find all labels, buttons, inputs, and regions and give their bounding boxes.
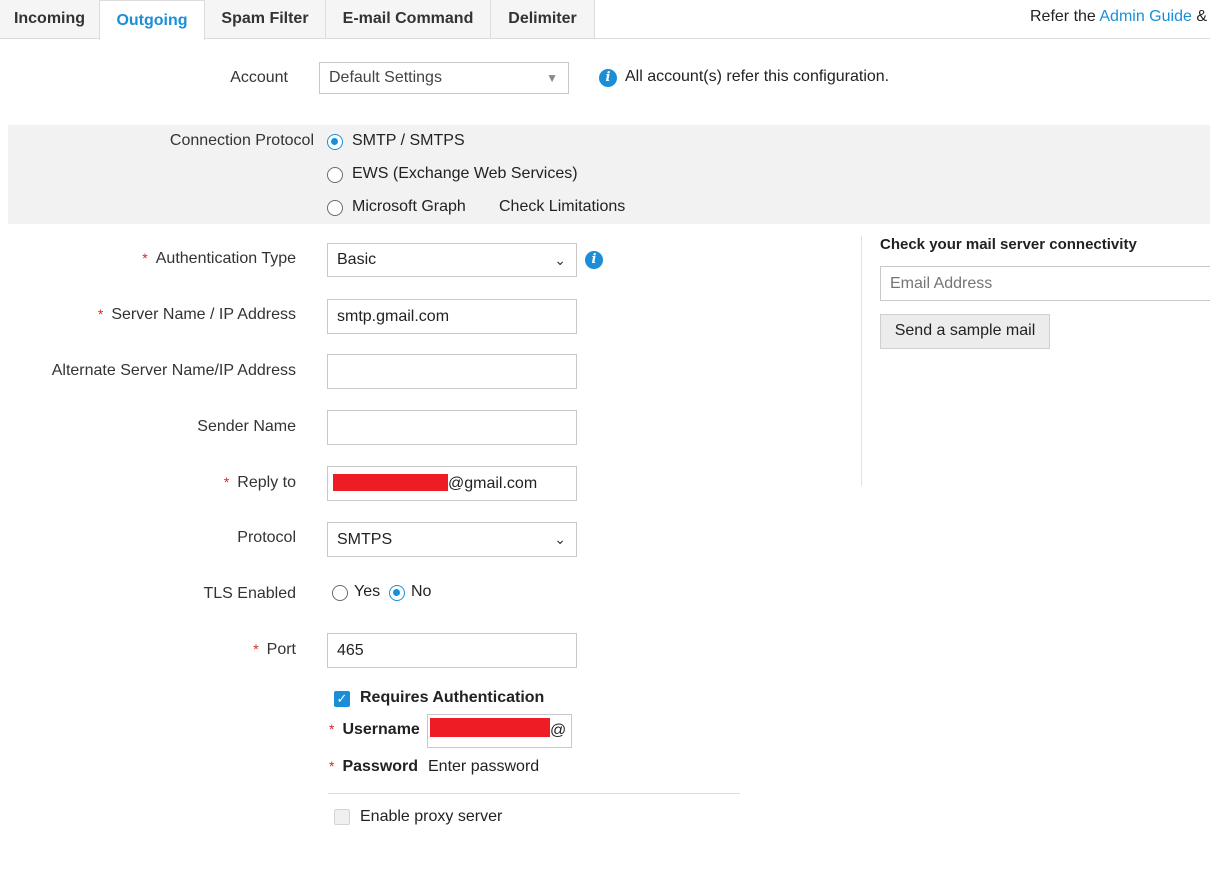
- tls-yes-label: Yes: [354, 583, 381, 600]
- dropdown-arrow-icon: ▼: [546, 71, 558, 85]
- send-sample-mail-button[interactable]: Send a sample mail: [880, 314, 1050, 349]
- server-name-input[interactable]: smtp.gmail.com: [327, 299, 577, 334]
- auth-type-select[interactable]: Basic ⌄: [327, 243, 577, 277]
- auth-type-label: * Authentication Type: [142, 250, 296, 267]
- tls-no-label: No: [411, 583, 432, 600]
- chevron-down-icon: ⌄: [554, 531, 566, 547]
- protocol-label: Protocol: [237, 529, 296, 546]
- reply-to-domain: @gmail.com: [448, 475, 538, 492]
- tab-incoming[interactable]: Incoming: [0, 0, 100, 38]
- test-email-input[interactable]: [880, 266, 1210, 301]
- tab-email-command[interactable]: E-mail Command: [326, 0, 491, 38]
- connection-protocol-label: Connection Protocol: [169, 132, 314, 149]
- reply-to-label: * Reply to: [223, 474, 296, 491]
- tab-bar: Incoming Outgoing Spam Filter E-mail Com…: [0, 0, 1210, 40]
- sender-name-input[interactable]: [327, 410, 577, 445]
- connectivity-title: Check your mail server connectivity: [880, 236, 1137, 253]
- account-select[interactable]: Default Settings ▼: [319, 62, 569, 94]
- proxy-checkbox[interactable]: [334, 809, 350, 825]
- enter-password-link[interactable]: Enter password: [428, 758, 539, 776]
- tls-yes-radio[interactable]: [332, 585, 348, 601]
- tls-label: TLS Enabled: [203, 585, 296, 602]
- redacted-block: [333, 474, 448, 491]
- account-info-text: All account(s) refer this configuration.: [625, 68, 890, 85]
- refer-suffix: &: [1196, 8, 1207, 25]
- radio-smtp[interactable]: [327, 134, 343, 150]
- account-select-value: Default Settings: [329, 69, 442, 86]
- chevron-down-icon: ⌄: [554, 252, 566, 268]
- auth-type-value: Basic: [337, 251, 377, 268]
- username-label: * Username: [329, 721, 420, 738]
- proxy-label: Enable proxy server: [360, 808, 503, 825]
- info-icon: i: [599, 69, 617, 87]
- port-input[interactable]: 465: [327, 633, 577, 668]
- radio-microsoft-graph[interactable]: [327, 200, 343, 216]
- check-limitations-link[interactable]: Check Limitations: [499, 198, 625, 216]
- radio-microsoft-graph-label: Microsoft Graph: [352, 198, 466, 215]
- protocol-select[interactable]: SMTPS ⌄: [327, 522, 577, 557]
- auth-type-info-icon[interactable]: i: [585, 251, 603, 269]
- requires-auth-checkbox[interactable]: ✓: [334, 691, 350, 707]
- tab-delimiter[interactable]: Delimiter: [491, 0, 595, 38]
- server-name-label: * Server Name / IP Address: [97, 306, 296, 323]
- account-label: Account: [230, 69, 288, 86]
- port-label: * Port: [253, 641, 296, 658]
- tab-outgoing[interactable]: Outgoing: [99, 0, 205, 40]
- tls-no-radio[interactable]: [389, 585, 405, 601]
- admin-guide-reference: Refer the Admin Guide &: [1030, 8, 1207, 26]
- password-label: * Password: [329, 758, 419, 775]
- radio-ews[interactable]: [327, 167, 343, 183]
- admin-guide-link[interactable]: Admin Guide: [1099, 8, 1192, 25]
- sender-name-label: Sender Name: [197, 418, 296, 435]
- alt-server-label: Alternate Server Name/IP Address: [51, 362, 296, 379]
- radio-ews-label: EWS (Exchange Web Services): [352, 165, 578, 182]
- divider: [328, 793, 740, 794]
- redacted-block: [430, 718, 550, 737]
- refer-prefix: Refer the: [1030, 8, 1096, 25]
- protocol-value: SMTPS: [337, 531, 393, 548]
- username-domain: @: [550, 722, 567, 739]
- radio-smtp-label: SMTP / SMTPS: [352, 132, 465, 149]
- required-mark: *: [142, 250, 148, 266]
- tab-spam-filter[interactable]: Spam Filter: [205, 0, 326, 38]
- alt-server-input[interactable]: [327, 354, 577, 389]
- side-panel-divider: [861, 236, 862, 486]
- requires-auth-label: Requires Authentication: [360, 689, 545, 706]
